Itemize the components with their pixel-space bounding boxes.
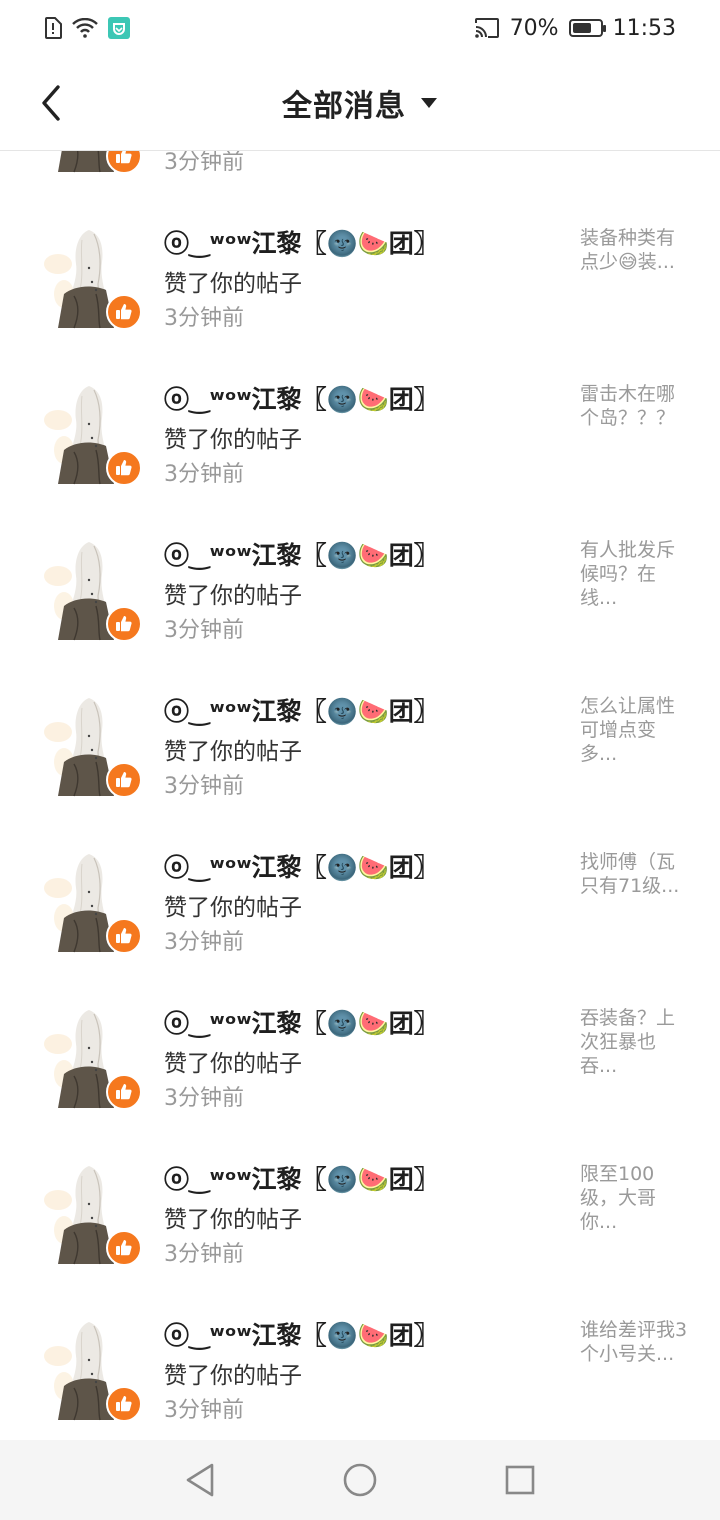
- message-time: 3分钟前: [164, 774, 244, 799]
- sender-name[interactable]: ⓞ‿ʷᵒʷ江黎〖🌚🍉团〗: [164, 1160, 439, 1196]
- like-badge: [106, 294, 142, 330]
- triangle-back-icon: [186, 1463, 214, 1497]
- thumbs-up-icon: [114, 302, 134, 322]
- battery-percent: 70%: [509, 15, 559, 41]
- message-list[interactable]: ⓞ‿ʷᵒʷ江黎〖🌚🍉团〗 赞了你的帖子 3分钟前 BUG了文... ⓞ‿ʷᵒʷ江…: [0, 150, 720, 1440]
- status-bar: 70% 11:53: [0, 0, 720, 56]
- caret-down-icon: [421, 98, 437, 108]
- circle-home-icon: [343, 1463, 377, 1497]
- navigation-bar: [0, 1440, 720, 1520]
- chevron-left-icon: [42, 85, 60, 121]
- message-item[interactable]: ⓞ‿ʷᵒʷ江黎〖🌚🍉团〗 赞了你的帖子 3分钟前 BUG了文...: [0, 150, 720, 208]
- thumbs-up-icon: [114, 458, 134, 478]
- message-action: 赞了你的帖子: [164, 1207, 302, 1233]
- header: 全部消息: [0, 56, 720, 151]
- like-badge: [106, 1230, 142, 1266]
- message-item[interactable]: ⓞ‿ʷᵒʷ江黎〖🌚🍉团〗 赞了你的帖子 3分钟前 谁给差评我3个小号关...: [0, 1300, 720, 1440]
- post-preview[interactable]: 有人批发斥候吗？在线...: [580, 538, 692, 610]
- nav-home-button[interactable]: [330, 1450, 390, 1510]
- like-badge: [106, 1074, 142, 1110]
- battery-fill: [572, 23, 591, 33]
- post-preview[interactable]: 谁给差评我3个小号关...: [580, 1318, 692, 1366]
- message-item[interactable]: ⓞ‿ʷᵒʷ江黎〖🌚🍉团〗 赞了你的帖子 3分钟前 吞装备？上次狂暴也吞...: [0, 988, 720, 1144]
- message-item[interactable]: ⓞ‿ʷᵒʷ江黎〖🌚🍉团〗 赞了你的帖子 3分钟前 限至100级，大哥你...: [0, 1144, 720, 1300]
- sender-name[interactable]: ⓞ‿ʷᵒʷ江黎〖🌚🍉团〗: [164, 1004, 439, 1040]
- square-recents-icon: [505, 1465, 535, 1495]
- message-action: 赞了你的帖子: [164, 739, 302, 765]
- thumbs-up-icon: [114, 1238, 134, 1258]
- like-badge: [106, 762, 142, 798]
- message-item[interactable]: ⓞ‿ʷᵒʷ江黎〖🌚🍉团〗 赞了你的帖子 3分钟前 有人批发斥候吗？在线...: [0, 520, 720, 676]
- sender-name[interactable]: ⓞ‿ʷᵒʷ江黎〖🌚🍉团〗: [164, 536, 439, 572]
- post-preview[interactable]: 吞装备？上次狂暴也吞...: [580, 1006, 692, 1078]
- sender-name[interactable]: ⓞ‿ʷᵒʷ江黎〖🌚🍉团〗: [164, 380, 439, 416]
- message-time: 3分钟前: [164, 150, 244, 175]
- app-notification-icon: [108, 17, 130, 39]
- message-time: 3分钟前: [164, 1086, 244, 1111]
- cast-icon: [474, 17, 500, 39]
- message-action: 赞了你的帖子: [164, 583, 302, 609]
- post-preview[interactable]: 怎么让属性可增点变多...: [580, 694, 692, 766]
- back-button[interactable]: [30, 80, 70, 126]
- nav-recents-button[interactable]: [490, 1450, 550, 1510]
- message-action: 赞了你的帖子: [164, 271, 302, 297]
- sender-name[interactable]: ⓞ‿ʷᵒʷ江黎〖🌚🍉团〗: [164, 692, 439, 728]
- title-dropdown[interactable]: 全部消息: [282, 81, 438, 125]
- sender-name[interactable]: ⓞ‿ʷᵒʷ江黎〖🌚🍉团〗: [164, 224, 439, 260]
- post-preview[interactable]: 雷击木在哪个岛？？？: [580, 382, 692, 430]
- thumbs-up-icon: [114, 614, 134, 634]
- thumbs-up-icon: [114, 770, 134, 790]
- post-preview[interactable]: 装备种类有点少😅装...: [580, 226, 692, 274]
- battery-icon: [568, 19, 606, 37]
- like-badge: [106, 450, 142, 486]
- message-item[interactable]: ⓞ‿ʷᵒʷ江黎〖🌚🍉团〗 赞了你的帖子 3分钟前 怎么让属性可增点变多...: [0, 676, 720, 832]
- sim-alert-icon: [44, 17, 62, 39]
- sender-name[interactable]: ⓞ‿ʷᵒʷ江黎〖🌚🍉团〗: [164, 848, 439, 884]
- thumbs-up-icon: [114, 926, 134, 946]
- message-item[interactable]: ⓞ‿ʷᵒʷ江黎〖🌚🍉团〗 赞了你的帖子 3分钟前 雷击木在哪个岛？？？: [0, 364, 720, 520]
- message-item[interactable]: ⓞ‿ʷᵒʷ江黎〖🌚🍉团〗 赞了你的帖子 3分钟前 装备种类有点少😅装...: [0, 208, 720, 364]
- thumbs-up-icon: [114, 150, 134, 166]
- message-time: 3分钟前: [164, 462, 244, 487]
- screen: 70% 11:53 全部消息 ⓞ‿ʷᵒʷ江黎〖: [0, 0, 720, 1520]
- thumbs-up-icon: [114, 1082, 134, 1102]
- message-action: 赞了你的帖子: [164, 427, 302, 453]
- message-list-inner: ⓞ‿ʷᵒʷ江黎〖🌚🍉团〗 赞了你的帖子 3分钟前 BUG了文... ⓞ‿ʷᵒʷ江…: [0, 150, 720, 1440]
- message-item[interactable]: ⓞ‿ʷᵒʷ江黎〖🌚🍉团〗 赞了你的帖子 3分钟前 找师傅（瓦只有71级...: [0, 832, 720, 988]
- like-badge: [106, 918, 142, 954]
- message-time: 3分钟前: [164, 1242, 244, 1267]
- message-action: 赞了你的帖子: [164, 1051, 302, 1077]
- sender-name[interactable]: ⓞ‿ʷᵒʷ江黎〖🌚🍉团〗: [164, 1316, 439, 1352]
- message-action: 赞了你的帖子: [164, 1363, 302, 1389]
- message-action: 赞了你的帖子: [164, 895, 302, 921]
- thumbs-up-icon: [114, 1394, 134, 1414]
- status-left: [44, 17, 130, 39]
- status-right: 70% 11:53: [474, 16, 676, 41]
- like-badge: [106, 1386, 142, 1422]
- post-preview[interactable]: 限至100级，大哥你...: [580, 1162, 692, 1234]
- message-time: 3分钟前: [164, 306, 244, 331]
- wifi-icon: [72, 18, 98, 38]
- post-preview[interactable]: 找师傅（瓦只有71级...: [580, 850, 692, 898]
- message-time: 3分钟前: [164, 618, 244, 643]
- clock: 11:53: [612, 15, 676, 41]
- message-time: 3分钟前: [164, 1398, 244, 1423]
- like-badge: [106, 606, 142, 642]
- message-time: 3分钟前: [164, 930, 244, 955]
- page-title: 全部消息: [282, 89, 406, 124]
- nav-back-button[interactable]: [170, 1450, 230, 1510]
